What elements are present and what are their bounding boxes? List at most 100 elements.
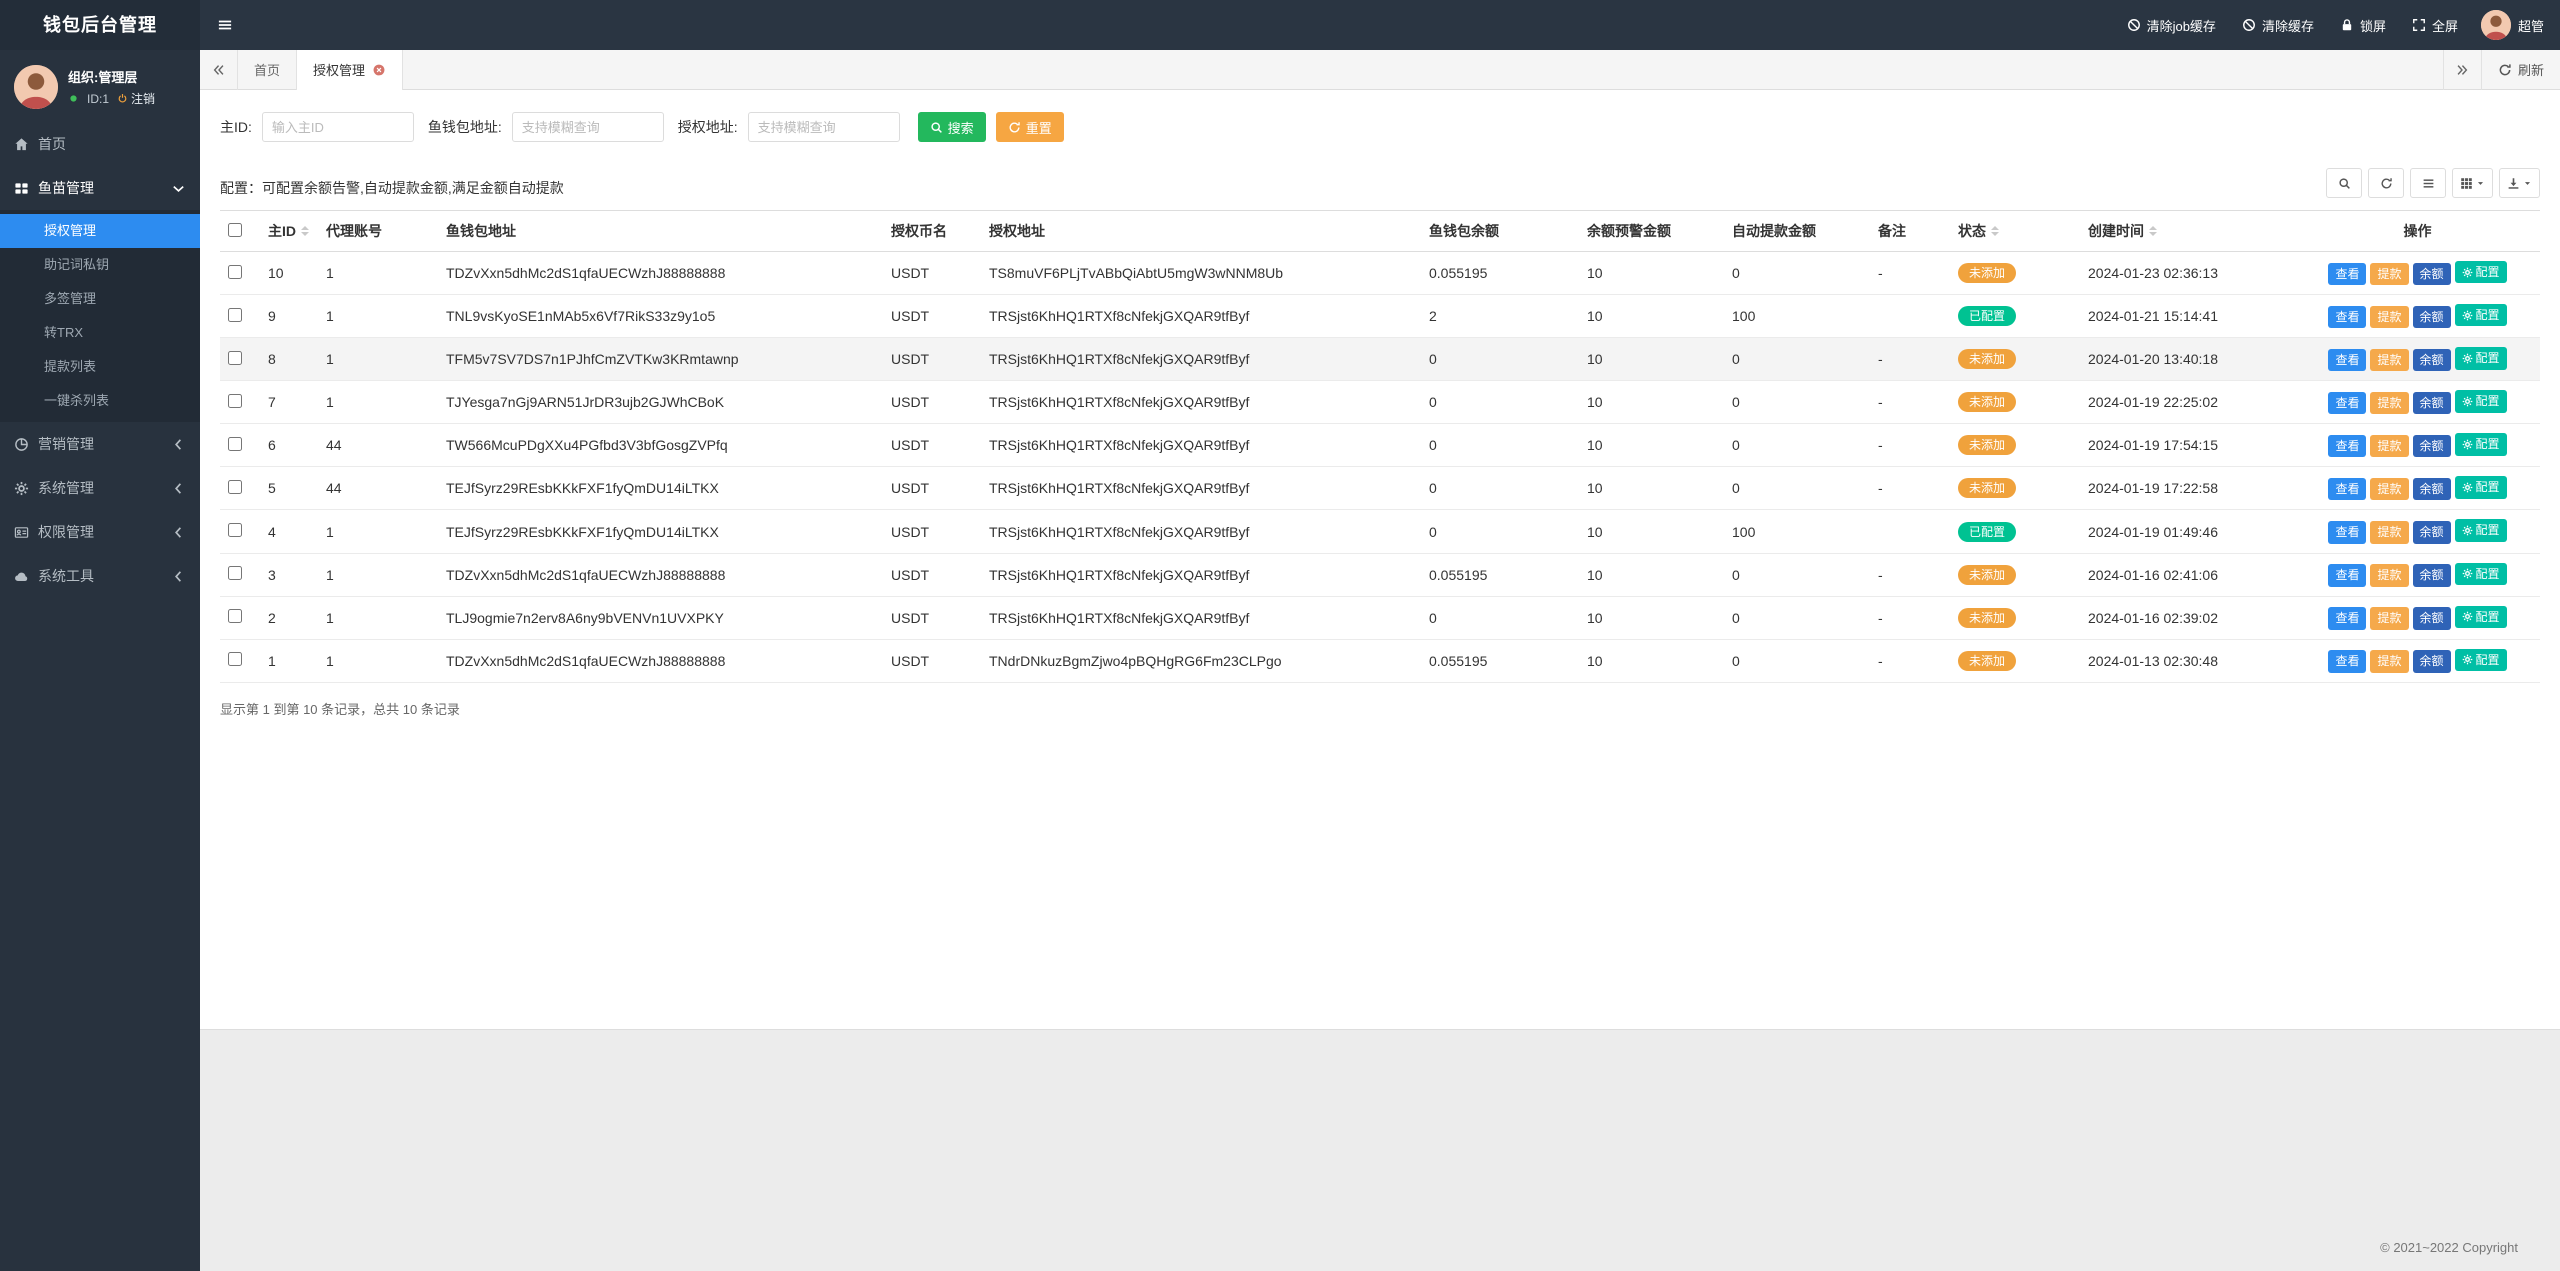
row-action-withdraw-button[interactable]: 提款 [2370,478,2409,501]
row-action-withdraw-button[interactable]: 提款 [2370,391,2409,415]
sidebar-subitem-1-1[interactable]: 助记词私钥 [0,248,200,282]
tab-close-icon[interactable] [372,63,386,77]
sidebar-group-2[interactable]: 营销管理 [0,422,200,466]
row-action-balance-button[interactable]: 余额 [2412,391,2451,415]
sidebar-subitem-1-5[interactable]: 一键杀列表 [0,384,200,418]
sidebar-toggle-button[interactable] [200,0,250,50]
tab-0[interactable]: 首页 [238,49,298,90]
row-action-config-button[interactable]: 配置 [2454,390,2507,413]
header-action-1[interactable]: 清除缓存 [2229,0,2327,50]
sidebar-subitem-label: 授权管理 [44,223,97,238]
sidebar-subitem-1-0[interactable]: 授权管理 [0,214,200,248]
search-button[interactable]: 搜索 [917,112,986,142]
cell-wallet_address: TFM5v7SV7DS7n1PJhfCmZVTKw3KRmtawnp [438,337,883,382]
row-action-config-button[interactable]: 配置 [2454,605,2507,629]
row-action-view-button[interactable]: 查看 [2328,435,2367,458]
cell-actions: 查看 提款 余额 配置 [2295,380,2540,425]
reset-button[interactable]: 重置 [995,112,1064,142]
column-header[interactable]: 状态 [1950,210,2080,252]
tabs-scroll-left-button[interactable] [200,49,238,90]
row-action-balance-button[interactable]: 余额 [2412,348,2451,372]
row-action-view-button[interactable]: 查看 [2328,564,2367,587]
row-action-withdraw-button[interactable]: 提款 [2370,564,2409,587]
refresh-table-button[interactable] [2368,168,2404,198]
cell-coin: USDT [883,596,981,640]
row-action-withdraw-button[interactable]: 提款 [2370,348,2409,372]
row-action-view-button[interactable]: 查看 [2328,262,2367,286]
row-action-label: 配置 [2475,351,2500,366]
row-action-view-button[interactable]: 查看 [2328,305,2367,329]
sidebar-item-0[interactable]: 首页 [0,122,200,166]
row-action-balance-button[interactable]: 余额 [2412,564,2451,587]
row-action-withdraw-button[interactable]: 提款 [2370,435,2409,458]
row-action-config-button[interactable]: 配置 [2454,304,2507,327]
row-action-balance-button[interactable]: 余额 [2412,521,2451,544]
sidebar-group-3[interactable]: 系统管理 [0,466,200,510]
column-header[interactable]: 主ID [260,210,318,252]
filter-input-2[interactable] [747,112,900,142]
row-checkbox[interactable] [228,652,242,667]
sidebar-subitem-1-4[interactable]: 提款列表 [0,350,200,384]
row-action-config-button[interactable]: 配置 [2454,261,2507,284]
header-action-0[interactable]: 清除job缓存 [2114,0,2229,50]
export-dropdown-button[interactable] [2499,168,2540,198]
refresh-page-button[interactable]: 刷新 [2480,49,2560,90]
sidebar-subitem-1-2[interactable]: 多签管理 [0,282,200,316]
row-action-balance-button[interactable]: 余额 [2412,607,2451,630]
row-checkbox[interactable] [228,307,242,322]
sidebar-group-4[interactable]: 权限管理 [0,510,200,554]
row-action-view-button[interactable]: 查看 [2328,650,2367,673]
row-action-withdraw-button[interactable]: 提款 [2370,521,2409,544]
gear-icon [2462,353,2473,364]
header-action-2[interactable]: 锁屏 [2327,0,2399,50]
row-action-withdraw-button[interactable]: 提款 [2370,650,2409,673]
header-action-3[interactable]: 全屏 [2399,0,2471,50]
tab-1[interactable]: 授权管理 [297,49,404,90]
tabs-scroll-right-button[interactable] [2442,49,2481,90]
columns-dropdown-button[interactable] [2452,168,2493,198]
row-action-config-button[interactable]: 配置 [2454,433,2507,456]
cell-created-at: 2024-01-19 17:54:15 [2080,423,2295,468]
row-checkbox[interactable] [228,436,242,451]
row-action-balance-button[interactable]: 余额 [2412,650,2451,673]
row-action-withdraw-button[interactable]: 提款 [2370,305,2409,329]
sidebar-subitem-1-3[interactable]: 转TRX [0,316,200,350]
row-checkbox[interactable] [228,566,242,581]
sidebar-group-5[interactable]: 系统工具 [0,554,200,598]
sidebar-subitem-label: 多签管理 [44,291,97,306]
row-action-config-button[interactable]: 配置 [2454,476,2507,499]
row-checkbox[interactable] [228,479,242,494]
row-action-view-button[interactable]: 查看 [2328,607,2367,630]
row-checkbox[interactable] [228,264,242,279]
row-checkbox[interactable] [228,609,242,624]
row-action-withdraw-button[interactable]: 提款 [2370,607,2409,630]
row-action-config-button[interactable]: 配置 [2454,648,2507,672]
row-action-label: 余额 [2419,352,2444,367]
toggle-search-button[interactable] [2326,168,2362,198]
row-action-view-button[interactable]: 查看 [2328,478,2367,501]
sidebar-group-1[interactable]: 鱼苗管理 [0,166,200,210]
row-action-config-button[interactable]: 配置 [2454,562,2507,585]
select-all-checkbox[interactable] [228,222,242,237]
row-action-balance-button[interactable]: 余额 [2412,305,2451,329]
row-action-view-button[interactable]: 查看 [2328,391,2367,415]
column-header[interactable]: 创建时间 [2080,210,2295,252]
row-checkbox[interactable] [228,350,242,365]
row-action-balance-button[interactable]: 余额 [2412,262,2451,286]
toggle-view-button[interactable] [2410,168,2446,198]
logout-link[interactable]: 注销 [117,90,155,107]
row-action-withdraw-button[interactable]: 提款 [2370,262,2409,286]
user-menu[interactable]: 超管 [2471,0,2560,50]
row-action-label: 配置 [2475,523,2500,538]
row-action-config-button[interactable]: 配置 [2454,519,2507,542]
row-action-balance-button[interactable]: 余额 [2412,478,2451,501]
row-action-config-button[interactable]: 配置 [2454,347,2507,370]
avatar[interactable] [14,65,58,109]
row-action-view-button[interactable]: 查看 [2328,348,2367,372]
row-checkbox[interactable] [228,523,242,537]
row-action-view-button[interactable]: 查看 [2328,521,2367,544]
row-checkbox[interactable] [228,393,242,408]
filter-input-0[interactable] [261,112,414,142]
filter-input-1[interactable] [511,112,664,142]
row-action-balance-button[interactable]: 余额 [2412,435,2451,458]
